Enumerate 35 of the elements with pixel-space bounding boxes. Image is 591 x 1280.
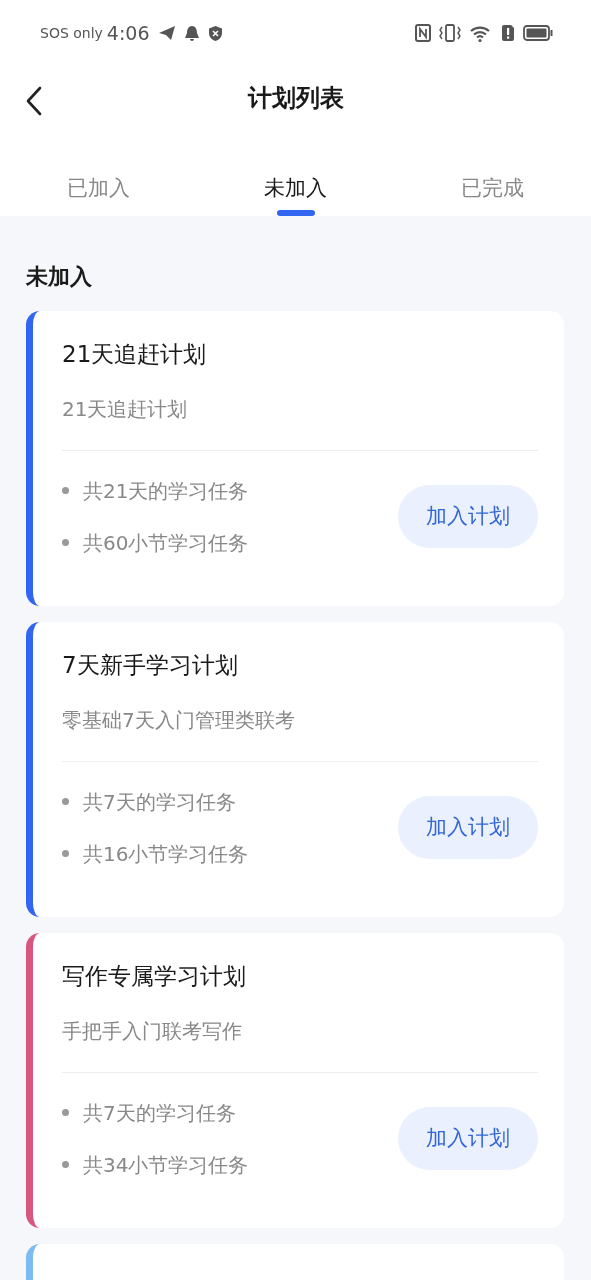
- bullet-icon: [62, 850, 69, 857]
- tab[interactable]: 未加入: [197, 171, 394, 216]
- section-title: 未加入: [25, 263, 93, 291]
- tab[interactable]: 已加入: [0, 171, 197, 216]
- bullet-icon: [62, 1161, 69, 1168]
- bullet-icon: [62, 487, 69, 494]
- join-plan-button[interactable]: 加入计划: [398, 484, 538, 549]
- clock-time: 4:06: [106, 20, 150, 46]
- paper-plane-icon: [157, 25, 176, 41]
- plan-title: 7天新手学习计划: [62, 651, 239, 680]
- carrier-text: SOS only: [40, 23, 103, 43]
- vibrate-icon: [439, 24, 461, 42]
- battery-icon: [523, 25, 553, 41]
- plan-subtitle: 零基础7天入门管理类联考: [62, 706, 296, 734]
- task-count: 共34小节学习任务: [83, 1151, 249, 1179]
- bullet-icon: [62, 798, 69, 805]
- task-count: 共7天的学习任务: [83, 788, 236, 816]
- task-count: 共21天的学习任务: [83, 477, 249, 505]
- sim-alert-icon: [501, 24, 515, 42]
- bullet-icon: [62, 1109, 69, 1116]
- plan-subtitle: 手把手入门联考写作: [62, 1017, 243, 1045]
- task-count: 共16小节学习任务: [83, 840, 249, 868]
- shield-icon: [207, 24, 223, 42]
- bell-icon: [183, 24, 200, 42]
- join-plan-button[interactable]: 加入计划: [398, 795, 538, 860]
- plan-title: 写作专属学习计划: [62, 962, 247, 991]
- plan-subtitle: 21天追赶计划: [62, 395, 189, 423]
- page-title: 计划列表: [247, 83, 344, 114]
- tab[interactable]: 已完成: [394, 171, 591, 216]
- join-plan-button[interactable]: 加入计划: [398, 1106, 538, 1171]
- bullet-icon: [62, 539, 69, 546]
- task-count: 共7天的学习任务: [83, 1099, 236, 1127]
- plan-title: 21天追赶计划: [62, 340, 208, 369]
- task-count: 共60小节学习任务: [83, 529, 249, 557]
- nfc-icon: [415, 24, 431, 42]
